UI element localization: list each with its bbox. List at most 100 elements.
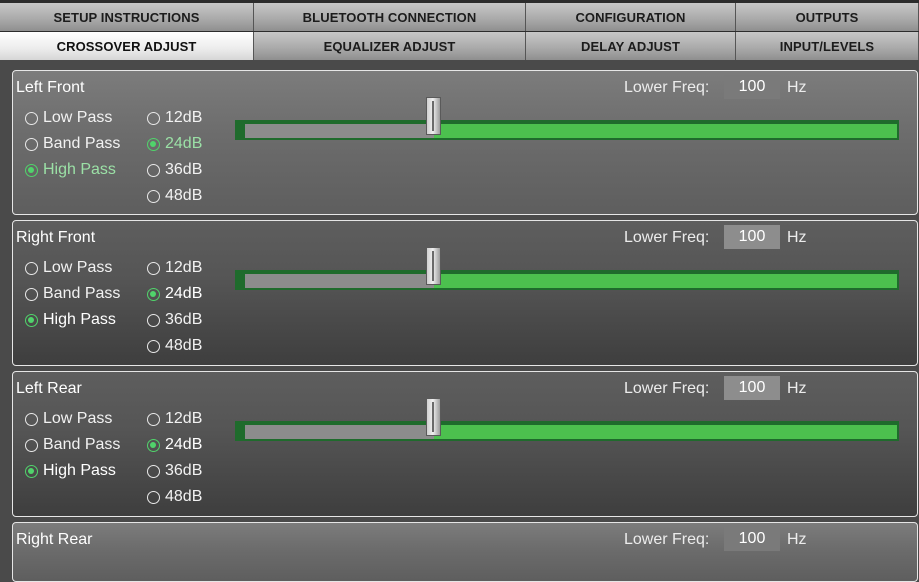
slope-48db-option[interactable]: 48dB bbox=[147, 488, 202, 506]
option-label: Band Pass bbox=[43, 436, 121, 453]
radio-circle-icon bbox=[25, 111, 38, 125]
option-label: 24dB bbox=[165, 285, 203, 302]
slope-24db-option[interactable]: 24dB bbox=[147, 285, 202, 303]
lower-freq-input[interactable]: 100 bbox=[724, 225, 780, 249]
slider-track-inactive bbox=[245, 425, 434, 439]
tab-setup-instructions[interactable]: SETUP INSTRUCTIONS bbox=[0, 3, 254, 31]
slope-48db-option[interactable]: 48dB bbox=[147, 187, 202, 205]
tab-configuration[interactable]: CONFIGURATION bbox=[526, 3, 736, 31]
slope-24db-option[interactable]: 24dB bbox=[147, 436, 202, 454]
radio-circle-icon bbox=[25, 287, 38, 301]
slider-track-inactive bbox=[245, 124, 434, 138]
option-label: 48dB bbox=[165, 488, 203, 505]
tab-delay-adjust[interactable]: DELAY ADJUST bbox=[526, 32, 736, 60]
radio-circle-icon bbox=[147, 189, 160, 203]
lower-freq-label: Lower Freq: bbox=[624, 380, 710, 397]
freq-unit-label: Hz bbox=[787, 79, 807, 96]
radio-circle-icon bbox=[147, 490, 160, 504]
channel-title: Right Rear bbox=[16, 531, 93, 548]
slope-12db-option[interactable]: 12dB bbox=[147, 109, 202, 127]
slider-thumb[interactable] bbox=[426, 247, 441, 285]
freq-unit-label: Hz bbox=[787, 229, 807, 246]
slope-36db-option[interactable]: 36dB bbox=[147, 462, 202, 480]
band-pass-option[interactable]: Band Pass bbox=[25, 135, 120, 153]
radio-circle-icon bbox=[147, 163, 160, 177]
radio-circle-icon bbox=[147, 313, 160, 327]
tab-equalizer-adjust[interactable]: EQUALIZER ADJUST bbox=[254, 32, 526, 60]
radio-circle-icon bbox=[147, 111, 160, 125]
slider-thumb[interactable] bbox=[426, 97, 441, 135]
high-pass-option[interactable]: High Pass bbox=[25, 462, 116, 480]
option-label: Low Pass bbox=[43, 259, 113, 276]
high-pass-option[interactable]: High Pass bbox=[25, 311, 116, 329]
slider-track-inactive bbox=[245, 274, 434, 288]
option-label: 24dB bbox=[165, 135, 203, 152]
radio-circle-icon bbox=[25, 261, 38, 275]
option-label: 48dB bbox=[165, 187, 203, 204]
slope-48db-option[interactable]: 48dB bbox=[147, 337, 202, 355]
tab-crossover-adjust[interactable]: CROSSOVER ADJUST bbox=[0, 32, 254, 60]
channel-panel-left-rear: Left Rear Lower Freq: 100 Hz Low Pass Ba… bbox=[12, 371, 918, 517]
low-pass-option[interactable]: Low Pass bbox=[25, 259, 112, 277]
tab-outputs[interactable]: OUTPUTS bbox=[736, 3, 919, 31]
option-label: High Pass bbox=[43, 462, 116, 479]
option-label: 12dB bbox=[165, 109, 203, 126]
tab-row-top: SETUP INSTRUCTIONS BLUETOOTH CONNECTION … bbox=[0, 3, 919, 31]
option-label: 36dB bbox=[165, 311, 203, 328]
option-label: High Pass bbox=[43, 161, 116, 178]
option-label: Low Pass bbox=[43, 410, 113, 427]
slope-12db-option[interactable]: 12dB bbox=[147, 410, 202, 428]
lower-freq-input[interactable]: 100 bbox=[724, 527, 780, 551]
lower-freq-label: Lower Freq: bbox=[624, 79, 710, 96]
slider-track-active bbox=[434, 274, 897, 288]
channel-title: Right Front bbox=[16, 229, 96, 246]
slope-36db-option[interactable]: 36dB bbox=[147, 161, 202, 179]
radio-circle-icon bbox=[147, 339, 160, 353]
radio-circle-icon bbox=[147, 464, 160, 478]
channel-panel-right-front: Right Front Lower Freq: 100 Hz Low Pass … bbox=[12, 220, 918, 366]
lower-freq-input[interactable]: 100 bbox=[724, 75, 780, 99]
slope-36db-option[interactable]: 36dB bbox=[147, 311, 202, 329]
slope-24db-option[interactable]: 24dB bbox=[147, 135, 202, 153]
radio-circle-icon bbox=[25, 412, 38, 426]
slope-12db-option[interactable]: 12dB bbox=[147, 259, 202, 277]
option-label: Band Pass bbox=[43, 135, 121, 152]
high-pass-option[interactable]: High Pass bbox=[25, 161, 116, 179]
option-label: 48dB bbox=[165, 337, 203, 354]
option-label: Low Pass bbox=[43, 109, 113, 126]
tab-input-levels[interactable]: INPUT/LEVELS bbox=[736, 32, 919, 60]
slider-track-active bbox=[434, 124, 897, 138]
option-label: 36dB bbox=[165, 161, 203, 178]
freq-unit-label: Hz bbox=[787, 531, 807, 548]
band-pass-option[interactable]: Band Pass bbox=[25, 436, 120, 454]
crossover-slider[interactable] bbox=[235, 398, 899, 443]
option-label: High Pass bbox=[43, 311, 116, 328]
slider-thumb[interactable] bbox=[426, 398, 441, 436]
channel-panel-right-rear: Right Rear Lower Freq: 100 Hz bbox=[12, 522, 918, 582]
option-label: 24dB bbox=[165, 436, 203, 453]
channel-panel-left-front: Left Front Lower Freq: 100 Hz Low Pass B… bbox=[12, 70, 918, 215]
tab-bluetooth-connection[interactable]: BLUETOOTH CONNECTION bbox=[254, 3, 526, 31]
band-pass-option[interactable]: Band Pass bbox=[25, 285, 120, 303]
radio-selected-icon bbox=[147, 438, 160, 452]
channel-title: Left Rear bbox=[16, 380, 82, 397]
crossover-slider[interactable] bbox=[235, 97, 899, 142]
tab-bar: SETUP INSTRUCTIONS BLUETOOTH CONNECTION … bbox=[0, 0, 919, 60]
low-pass-option[interactable]: Low Pass bbox=[25, 410, 112, 428]
radio-circle-icon bbox=[25, 137, 38, 151]
radio-selected-icon bbox=[25, 163, 38, 177]
radio-selected-icon bbox=[25, 464, 38, 478]
radio-selected-icon bbox=[147, 137, 160, 151]
crossover-slider[interactable] bbox=[235, 247, 899, 292]
tab-row-bottom: CROSSOVER ADJUST EQUALIZER ADJUST DELAY … bbox=[0, 32, 919, 60]
radio-selected-icon bbox=[147, 287, 160, 301]
channel-title: Left Front bbox=[16, 79, 85, 96]
lower-freq-label: Lower Freq: bbox=[624, 229, 710, 246]
radio-selected-icon bbox=[25, 313, 38, 327]
option-label: 12dB bbox=[165, 410, 203, 427]
lower-freq-input[interactable]: 100 bbox=[724, 376, 780, 400]
lower-freq-label: Lower Freq: bbox=[624, 531, 710, 548]
option-label: 12dB bbox=[165, 259, 203, 276]
option-label: Band Pass bbox=[43, 285, 121, 302]
low-pass-option[interactable]: Low Pass bbox=[25, 109, 112, 127]
